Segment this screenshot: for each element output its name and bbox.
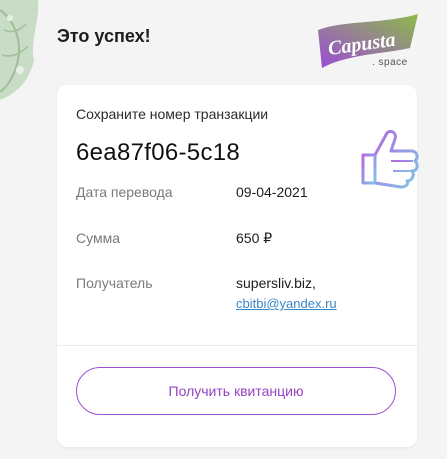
save-transaction-label: Сохраните номер транзакции	[76, 106, 269, 122]
page-title: Это успех!	[57, 26, 151, 46]
cabbage-leaf-icon	[0, 0, 39, 100]
thumbs-up-icon	[361, 129, 419, 189]
logo-subtext: . space	[372, 57, 408, 68]
transaction-id: 6ea87f06-5c18	[76, 139, 241, 166]
divider	[57, 345, 417, 346]
transfer-date-label: Дата перевода	[76, 184, 173, 200]
recipient-value: supersliv.biz,	[236, 275, 316, 291]
success-card: Сохраните номер транзакции 6ea87f06-5c18…	[57, 85, 419, 447]
amount-label: Сумма	[76, 230, 120, 246]
recipient-label: Получатель	[76, 275, 153, 291]
recipient-email-link[interactable]: cbitbi@yandex.ru	[236, 296, 337, 311]
amount-value: 650 ₽	[236, 230, 273, 246]
get-receipt-button[interactable]: Получить квитанцию	[76, 367, 396, 415]
transfer-date-value: 09-04-2021	[236, 184, 308, 200]
